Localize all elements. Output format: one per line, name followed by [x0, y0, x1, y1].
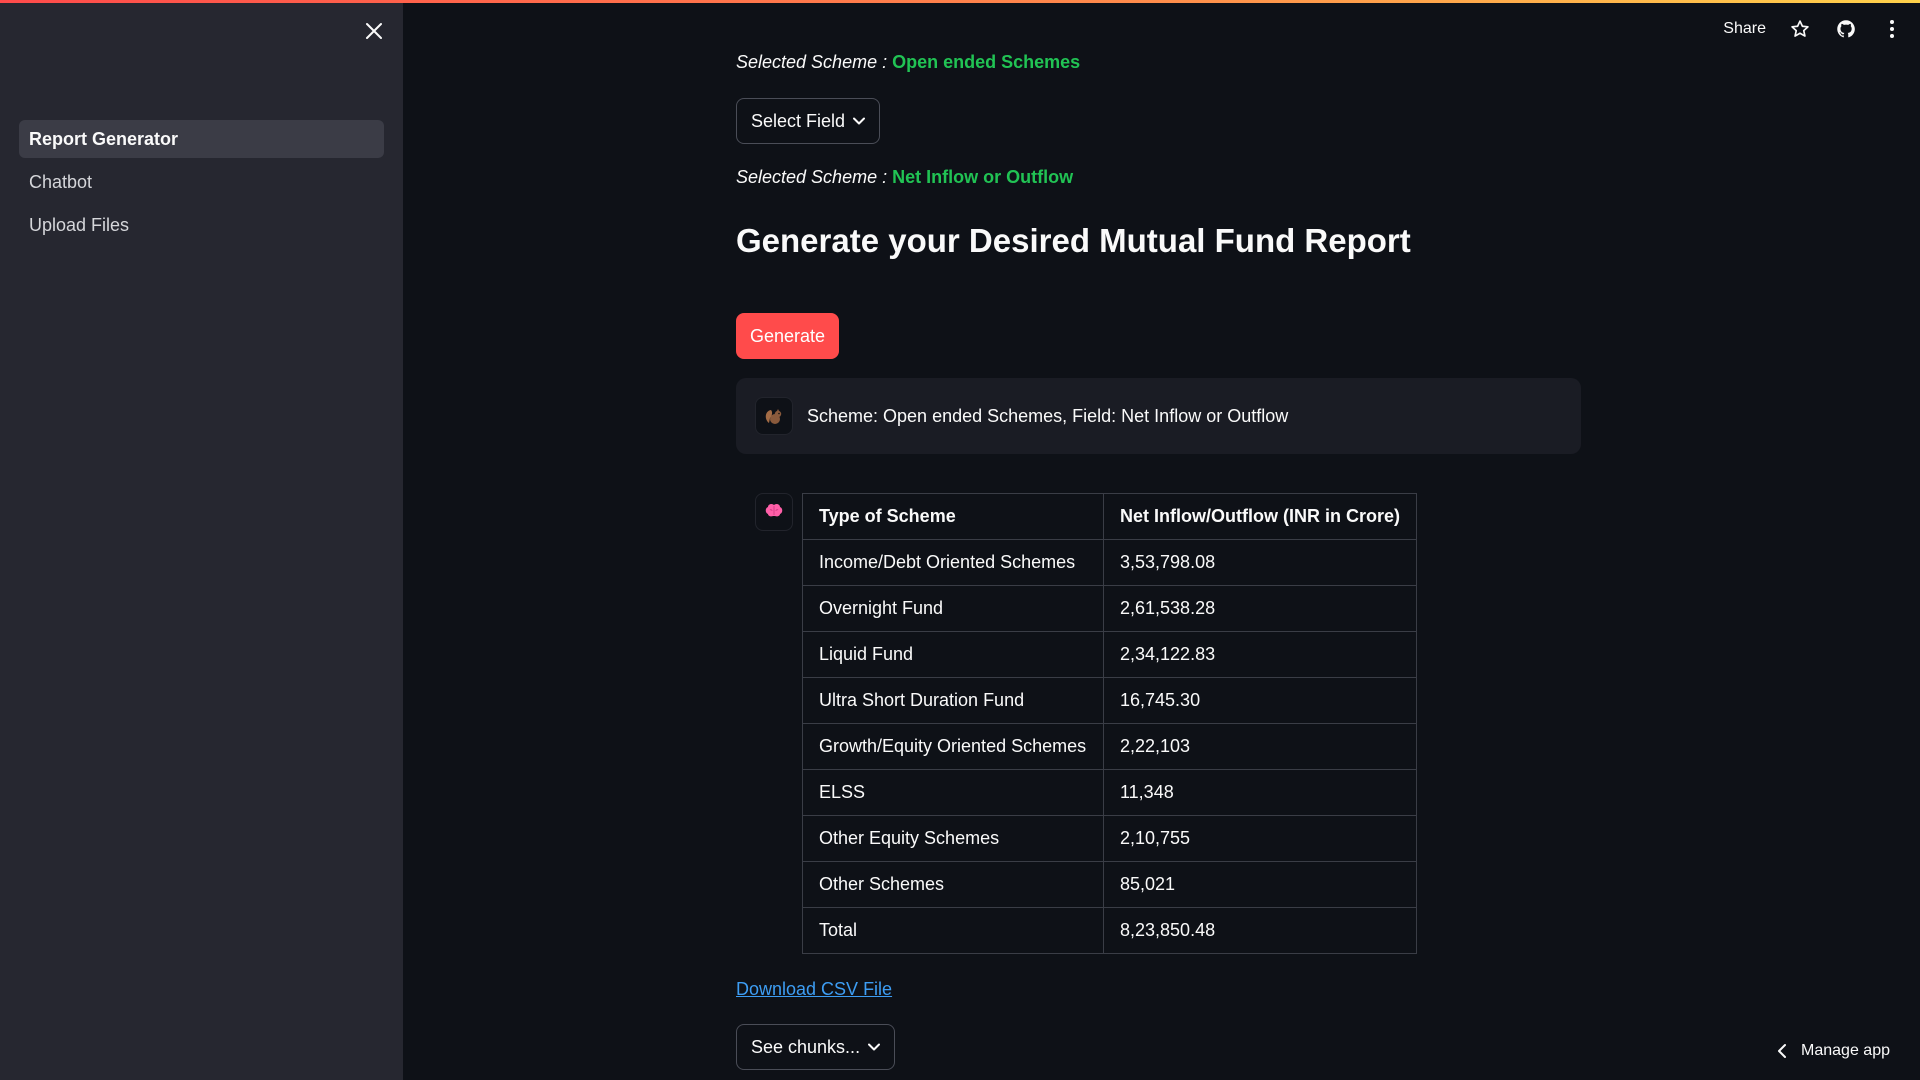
- chevron-down-icon: [868, 1043, 881, 1051]
- net-flow-cell: 2,10,755: [1103, 815, 1417, 862]
- sidebar-item-report-generator[interactable]: Report Generator: [19, 120, 384, 158]
- scheme-type-cell: Other Schemes: [802, 861, 1104, 908]
- scheme-type-cell: Other Equity Schemes: [802, 815, 1104, 862]
- table-row: Overnight Fund 2,61,538.28: [802, 585, 1417, 632]
- brain-icon: [765, 503, 783, 517]
- user-avatar: [755, 397, 793, 435]
- more-vertical-icon: [1890, 20, 1894, 38]
- header-toolbar: Share: [1723, 14, 1904, 44]
- table-row: Growth/Equity Oriented Schemes 2,22,103: [802, 723, 1417, 770]
- table-row: Income/Debt Oriented Schemes 3,53,798.08: [802, 539, 1417, 586]
- close-sidebar-button[interactable]: [361, 18, 387, 44]
- sidebar-item-upload-files[interactable]: Upload Files: [19, 206, 384, 244]
- user-message-text: Scheme: Open ended Schemes, Field: Net I…: [807, 405, 1289, 426]
- table-row: Ultra Short Duration Fund 16,745.30: [802, 677, 1417, 724]
- selected-scheme-value: Open ended Schemes: [892, 52, 1081, 72]
- net-flow-cell: 2,34,122.83: [1103, 631, 1417, 678]
- main-menu-button[interactable]: [1880, 17, 1904, 41]
- table-row: ELSS 11,348: [802, 769, 1417, 816]
- net-flow-cell: 2,22,103: [1103, 723, 1417, 770]
- chevron-down-icon: [853, 117, 866, 125]
- table-row: Other Equity Schemes 2,10,755: [802, 815, 1417, 862]
- selected-field-prefix: Selected Scheme :: [736, 167, 893, 187]
- favorite-button[interactable]: [1788, 17, 1812, 41]
- chevron-left-icon: [1778, 1044, 1787, 1058]
- scheme-type-cell: Income/Debt Oriented Schemes: [802, 539, 1104, 586]
- page-title: Generate your Desired Mutual Fund Report: [736, 222, 1411, 259]
- results-table: Type of Scheme Net Inflow/Outflow (INR i…: [802, 493, 1417, 954]
- scheme-type-cell: Overnight Fund: [802, 585, 1104, 632]
- selected-scheme-line: Selected Scheme : Open ended Schemes: [736, 52, 1080, 73]
- manage-app-label: Manage app: [1801, 1042, 1890, 1059]
- close-icon: [366, 23, 382, 39]
- sidebar-item-chatbot[interactable]: Chatbot: [19, 163, 384, 201]
- share-button[interactable]: Share: [1723, 20, 1766, 38]
- star-icon: [1791, 20, 1809, 37]
- selected-field-line: Selected Scheme : Net Inflow or Outflow: [736, 167, 1073, 188]
- squirrel-icon: [765, 409, 782, 424]
- table-row: Other Schemes 85,021: [802, 861, 1417, 908]
- selected-scheme-prefix: Selected Scheme :: [736, 52, 893, 72]
- sidebar-item-label: Upload Files: [29, 214, 130, 235]
- assistant-avatar: [755, 493, 793, 531]
- manage-app-button[interactable]: Manage app: [1777, 1042, 1890, 1060]
- top-decoration-bar: [0, 0, 1920, 3]
- table-header-row: Type of Scheme Net Inflow/Outflow (INR i…: [802, 493, 1417, 540]
- net-flow-cell: 85,021: [1103, 861, 1417, 908]
- github-button[interactable]: [1834, 17, 1858, 41]
- see-chunks-expander[interactable]: See chunks...: [736, 1024, 896, 1070]
- sidebar: Report Generator Chatbot Upload Files: [0, 0, 403, 1080]
- github-icon: [1837, 20, 1855, 38]
- sidebar-item-label: Report Generator: [29, 128, 179, 149]
- net-flow-cell: 16,745.30: [1103, 677, 1417, 724]
- scheme-type-cell: Growth/Equity Oriented Schemes: [802, 723, 1104, 770]
- scheme-type-cell: Liquid Fund: [802, 631, 1104, 678]
- scheme-type-cell: Total: [802, 907, 1104, 954]
- scheme-type-cell: ELSS: [802, 769, 1104, 816]
- table-header-cell: Net Inflow/Outflow (INR in Crore): [1103, 493, 1417, 540]
- sidebar-nav: Report Generator Chatbot Upload Files: [19, 120, 384, 249]
- table-row: Total 8,23,850.48: [802, 907, 1417, 954]
- select-field-label: Select Field: [751, 110, 846, 131]
- net-flow-cell: 2,61,538.28: [1103, 585, 1417, 632]
- table-row: Liquid Fund 2,34,122.83: [802, 631, 1417, 678]
- selected-field-value: Net Inflow or Outflow: [892, 167, 1074, 187]
- select-field-dropdown[interactable]: Select Field: [736, 98, 881, 144]
- net-flow-cell: 11,348: [1103, 769, 1417, 816]
- see-chunks-label: See chunks...: [751, 1036, 861, 1057]
- download-csv-link[interactable]: Download CSV File: [736, 979, 892, 1000]
- sidebar-item-label: Chatbot: [29, 171, 93, 192]
- generate-button[interactable]: Generate: [736, 313, 839, 359]
- table-header-cell: Type of Scheme: [802, 493, 1104, 540]
- net-flow-cell: 8,23,850.48: [1103, 907, 1417, 954]
- user-chat-message: Scheme: Open ended Schemes, Field: Net I…: [736, 378, 1581, 454]
- scheme-type-cell: Ultra Short Duration Fund: [802, 677, 1104, 724]
- net-flow-cell: 3,53,798.08: [1103, 539, 1417, 586]
